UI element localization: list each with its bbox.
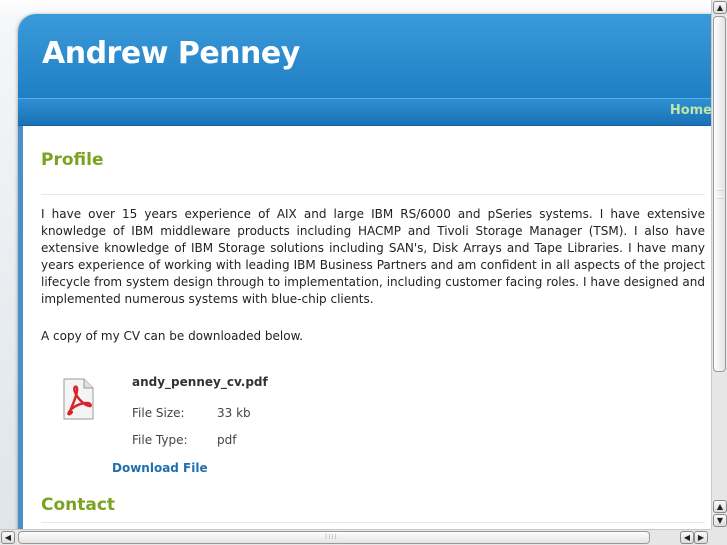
horizontal-scroll-thumb[interactable]: ⁞⁞⁞⁞ bbox=[18, 531, 650, 544]
file-type-label: File Type: bbox=[132, 433, 188, 447]
arrow-up-icon: ▲ bbox=[716, 3, 724, 12]
file-type-value: pdf bbox=[217, 433, 237, 447]
horizontal-scrollbar[interactable]: ◀ ⁞⁞⁞⁞ ◀ ▶ bbox=[0, 529, 711, 545]
grip-icon: ⋮⋮ bbox=[716, 187, 724, 203]
profile-divider bbox=[41, 194, 705, 195]
arrow-left-icon: ◀ bbox=[683, 533, 691, 542]
file-name: andy_penney_cv.pdf bbox=[132, 375, 268, 389]
contact-divider bbox=[41, 522, 705, 523]
arrow-down-icon: ▼ bbox=[716, 516, 724, 525]
arrow-left-icon: ◀ bbox=[4, 533, 12, 542]
nav-bar: Home bbox=[18, 98, 718, 127]
arrow-up-icon: ▲ bbox=[716, 502, 724, 511]
download-file-link[interactable]: Download File bbox=[112, 461, 208, 475]
vertical-scroll-thumb[interactable]: ⋮⋮ bbox=[713, 16, 726, 372]
pdf-file-icon[interactable] bbox=[58, 378, 98, 420]
scroll-up-button-lower[interactable]: ▲ bbox=[713, 500, 727, 513]
scroll-up-button[interactable]: ▲ bbox=[713, 1, 727, 14]
nav-link-home[interactable]: Home bbox=[670, 103, 712, 118]
scroll-left-button[interactable]: ◀ bbox=[1, 531, 15, 544]
scroll-right-button[interactable]: ▶ bbox=[694, 531, 708, 544]
site-title: Andrew Penney bbox=[42, 36, 300, 71]
file-size-value: 33 kb bbox=[217, 406, 251, 420]
arrow-right-icon: ▶ bbox=[697, 533, 705, 542]
scrollbar-corner bbox=[711, 529, 727, 545]
site-header: Andrew Penney bbox=[18, 14, 718, 98]
content-frame: Profile I have over 15 years experience … bbox=[18, 126, 718, 534]
website-container: Andrew Penney Home Profile I have over 1… bbox=[18, 14, 718, 534]
scroll-down-button[interactable]: ▼ bbox=[713, 514, 727, 527]
file-size-label: File Size: bbox=[132, 406, 185, 420]
cv-note: A copy of my CV can be downloaded below. bbox=[41, 329, 304, 343]
profile-text: I have over 15 years experience of AIX a… bbox=[41, 207, 705, 306]
vertical-scrollbar[interactable]: ▲ ⋮⋮ ▲ ▼ bbox=[711, 0, 727, 529]
main-content: Profile I have over 15 years experience … bbox=[23, 126, 718, 534]
contact-heading: Contact bbox=[41, 495, 116, 515]
grip-icon: ⁞⁞⁞⁞ bbox=[325, 533, 338, 541]
profile-heading: Profile bbox=[41, 150, 104, 170]
scroll-left-button-right[interactable]: ◀ bbox=[680, 531, 694, 544]
